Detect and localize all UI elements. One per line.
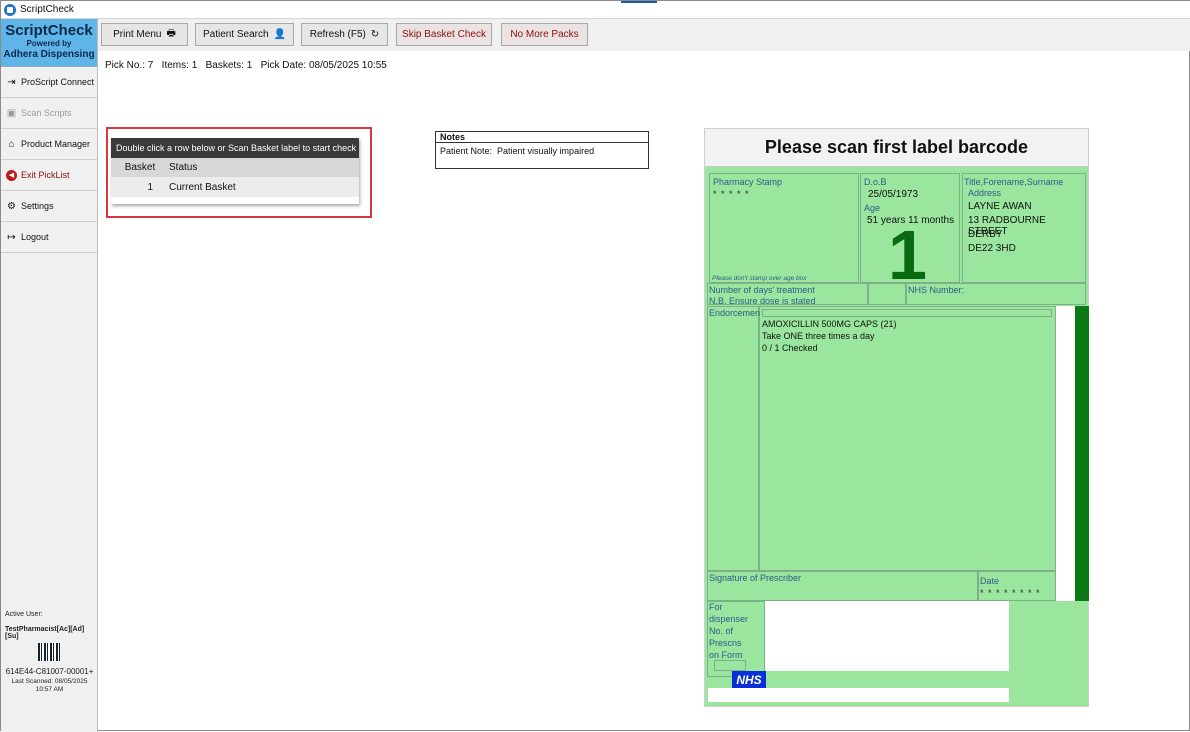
refresh-label: Refresh (F5) — [309, 29, 366, 40]
patient-search-button[interactable]: Patient Search 👤 — [195, 23, 294, 46]
barcode-icon — [38, 643, 60, 661]
last-scanned-time: 10:57 AM — [35, 686, 64, 693]
nhs-logo: NHS — [732, 671, 766, 688]
pharmacy-stamp-stars: * * * * * — [713, 189, 750, 199]
address-label: Address — [968, 188, 1002, 198]
address-line-1: LAYNE AWAN — [968, 201, 1032, 212]
sidebar-item-settings[interactable]: ⚙ Settings — [1, 191, 97, 222]
refresh-icon: ↻ — [370, 29, 380, 40]
date-label: Date — [980, 576, 1000, 586]
brand-logo: ScriptCheck Powered by Adhera Dispensing — [1, 19, 97, 67]
window-title: ScriptCheck — [20, 4, 74, 15]
column-basket: Basket — [124, 162, 156, 173]
dispenser-line-2: dispenser — [709, 614, 749, 624]
basket-status: Current Basket — [169, 181, 236, 193]
bottom-white-strip — [708, 688, 1009, 702]
store-icon: ⌂ — [8, 138, 15, 150]
dispenser-line-4: Prescns — [709, 638, 742, 648]
active-user-name: TestPharmacist[Ac][Ad][Su] — [5, 626, 85, 640]
title-accent — [621, 1, 657, 3]
signature-label: Signature of Prescriber — [709, 573, 802, 583]
sidebar-item-logout[interactable]: ↦ Logout — [1, 222, 97, 253]
active-user-label: Active User: — [5, 611, 43, 618]
app-window: ScriptCheck ScriptCheck Powered by Adher… — [0, 0, 1190, 732]
patient-note: Patient Note: Patient visually impaired — [440, 146, 595, 156]
dob-label: D.o.B — [864, 177, 887, 187]
sidebar-item-label: Logout — [21, 232, 49, 242]
days-treatment-label: Number of days' treatment — [709, 285, 815, 295]
dispenser-label: For dispenser No. of Prescns on Form — [709, 601, 748, 661]
brand-powered-by: Powered by — [26, 39, 72, 48]
sidebar-item-label: Scan Scripts — [21, 108, 72, 118]
date-stars: * * * * * * * * — [980, 588, 1041, 598]
dispenser-line-3: No. of — [709, 626, 734, 636]
toolbar: Print Menu 🖶 Patient Search 👤 Refresh (F… — [98, 19, 1190, 51]
age-label: Age — [864, 203, 881, 213]
scan-icon: ▣ — [6, 107, 17, 119]
nhs-number-label: NHS Number: — [908, 285, 965, 295]
basket-table: Double click a row below or Scan Basket … — [111, 138, 359, 204]
title-name-label: Title,Forename,Surname — [964, 177, 1064, 187]
patient-search-label: Patient Search — [202, 29, 269, 40]
sidebar-item-exit-picklist[interactable]: ◀ Exit PickList — [1, 160, 97, 191]
sidebar-item-label: ProScript Connect — [21, 77, 95, 87]
endorsement-box — [707, 306, 759, 571]
login-icon: ⇥ — [7, 76, 16, 88]
logout-icon: ↦ — [7, 231, 16, 243]
sidebar-item-proscript-connect[interactable]: ⇥ ProScript Connect — [1, 67, 97, 98]
column-status: Status — [169, 162, 198, 173]
app-icon — [4, 3, 16, 16]
item-count: 1 — [888, 216, 927, 294]
skip-basket-check-button[interactable]: Skip Basket Check — [396, 23, 492, 46]
dispenser-count-box — [714, 660, 746, 671]
user-icon: 👤 — [273, 29, 287, 40]
drug-directions: Take ONE three times a day — [762, 331, 875, 341]
basket-table-header: Basket Status — [111, 158, 359, 177]
pick-info: Pick No.: 7 Items: 1 Baskets: 1 Pick Dat… — [105, 60, 387, 71]
dob-value: 25/05/1973 — [868, 189, 919, 200]
notes-box: Notes Patient Note: Patient visually imp… — [435, 131, 649, 169]
drug-top-field — [762, 309, 1052, 317]
sidebar-item-label: Settings — [21, 201, 54, 211]
address-line-3: DERBY — [968, 229, 1003, 240]
sidebar-item-scan-scripts[interactable]: ▣ Scan Scripts — [1, 98, 97, 129]
dispenser-line-1: For — [709, 602, 723, 612]
dispenser-white-area — [765, 601, 1009, 671]
scan-prompt: Please scan first label barcode — [705, 129, 1088, 167]
progress-bar — [1075, 306, 1089, 601]
days-value-box — [868, 283, 906, 305]
sidebar: ScriptCheck Powered by Adhera Dispensing… — [1, 19, 98, 732]
basket-instruction: Double click a row below or Scan Basket … — [111, 138, 359, 158]
print-menu-label: Print Menu — [113, 29, 162, 40]
basket-number: 1 — [147, 181, 153, 193]
skip-basket-check-label: Skip Basket Check — [402, 29, 486, 40]
last-scanned-date: Last Scanned: 08/05/2025 — [11, 678, 88, 685]
table-row[interactable]: 1 Current Basket — [111, 177, 359, 197]
sidebar-item-label: Product Manager — [21, 139, 91, 149]
sidebar-item-label: Exit PickList — [21, 170, 70, 180]
sidebar-item-product-manager[interactable]: ⌂ Product Manager — [1, 129, 97, 160]
exit-icon: ◀ — [6, 169, 17, 181]
no-more-packs-label: No More Packs — [510, 29, 579, 40]
brand-company: Adhera Dispensing — [3, 49, 95, 60]
pharmacy-stamp-label: Pharmacy Stamp — [713, 177, 783, 187]
refresh-button[interactable]: Refresh (F5) ↻ — [301, 23, 388, 46]
endorsement-label: Endorcemen — [709, 308, 761, 318]
printer-icon: 🖶 — [166, 28, 176, 39]
prescription-form: Please scan first label barcode Pharmacy… — [704, 128, 1089, 707]
dose-note: N.B. Ensure dose is stated — [709, 296, 816, 306]
stamp-note: Please don't stamp over age box — [712, 275, 807, 282]
brand-name: ScriptCheck — [5, 22, 93, 39]
last-scan-code: 614E44-C81007-00001+ — [5, 667, 94, 676]
no-more-packs-button[interactable]: No More Packs — [501, 23, 588, 46]
title-bar: ScriptCheck — [1, 1, 1190, 19]
last-scanned: Last Scanned: 08/05/2025 10:57 AM — [1, 678, 98, 694]
check-progress: 0 / 1 Checked — [762, 343, 818, 353]
gear-icon: ⚙ — [7, 200, 16, 212]
notes-title: Notes — [436, 132, 648, 143]
drug-name: AMOXICILLIN 500MG CAPS (21) — [762, 319, 897, 329]
right-margin-strip — [1056, 306, 1075, 601]
print-menu-button[interactable]: Print Menu 🖶 — [101, 23, 188, 46]
address-line-4: DE22 3HD — [968, 243, 1016, 254]
